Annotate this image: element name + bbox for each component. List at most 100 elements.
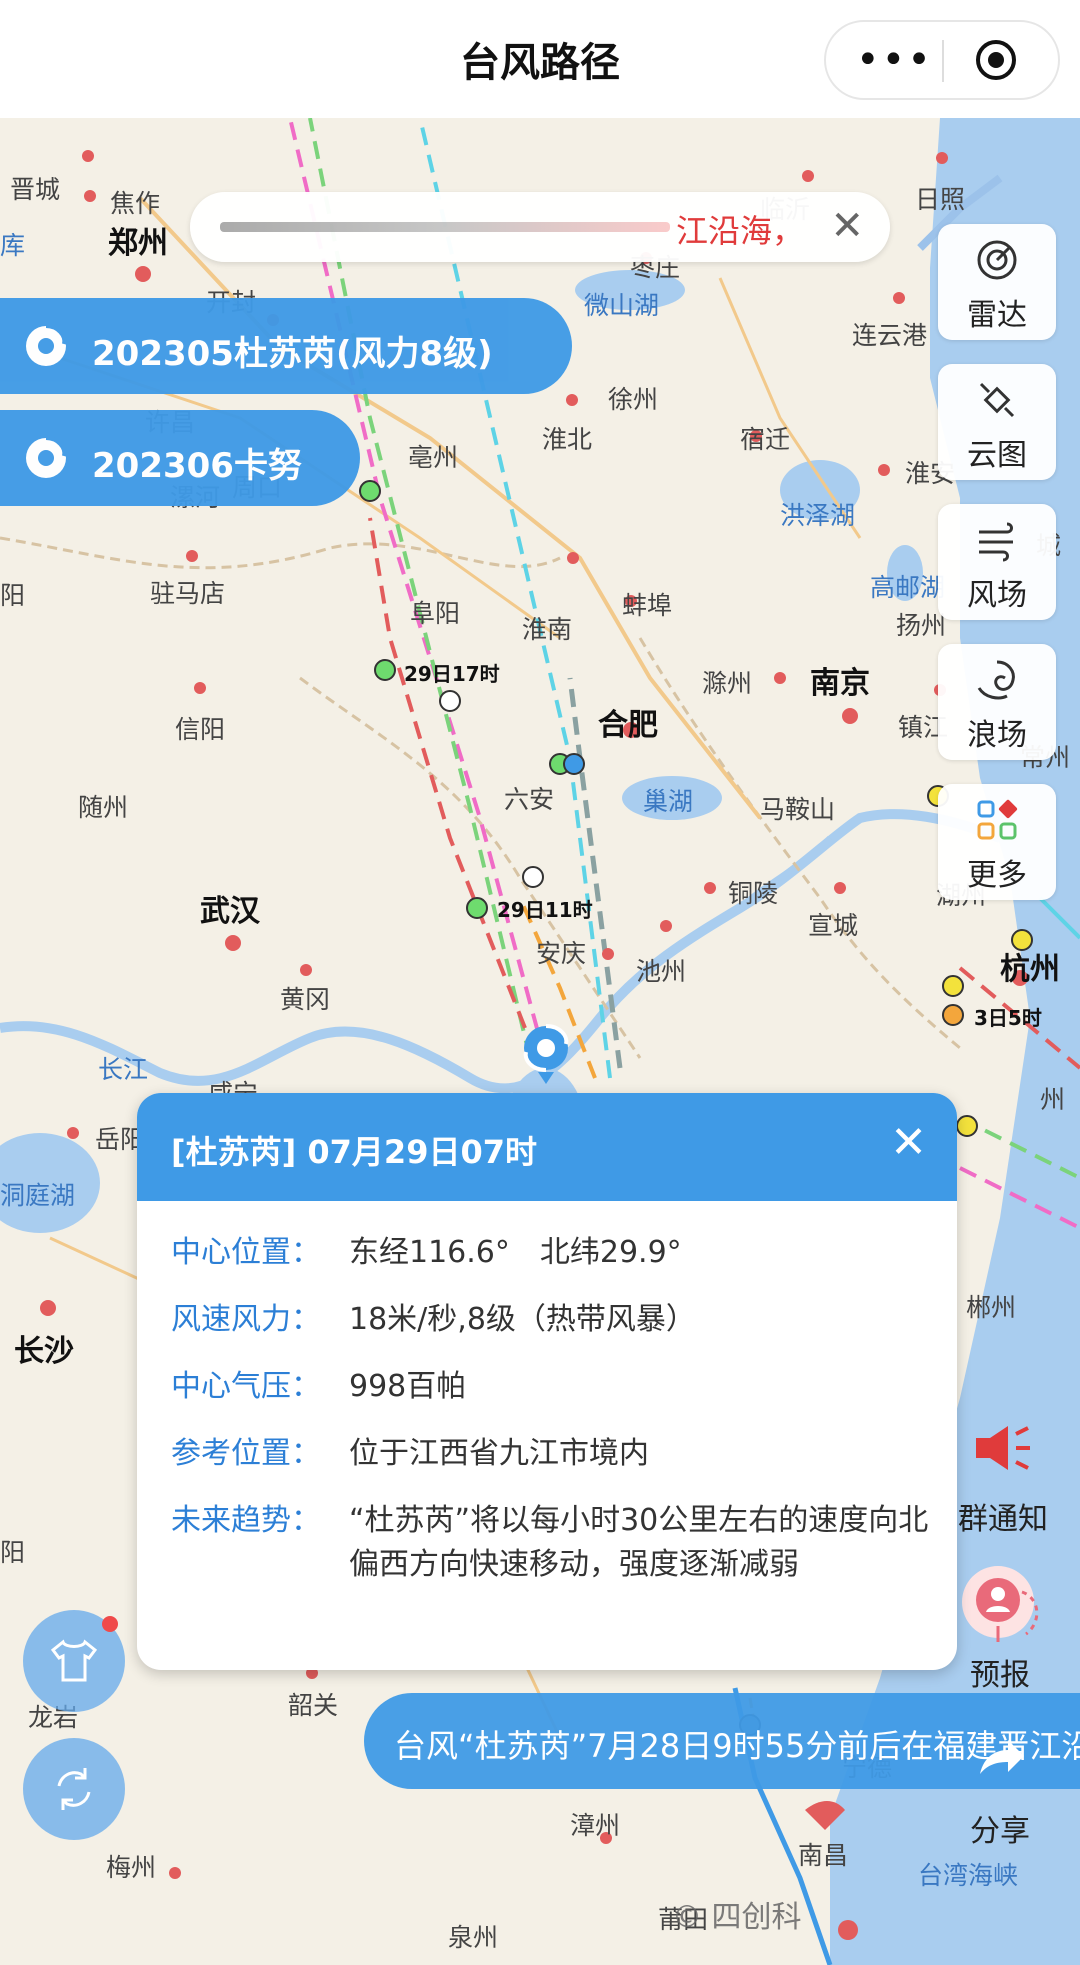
city-label: 焦作 (110, 189, 161, 218)
city-label: 梅州 (106, 1853, 157, 1882)
popup-title: [杜苏芮] 07月29日07时 (171, 1133, 537, 1171)
city-label: 南昌 (798, 1841, 849, 1870)
city-label: 郴州 (966, 1293, 1017, 1322)
alert-notice-bottom[interactable]: 台风“杜苏芮”7月28日9时55分前后在福建晋江沿 (364, 1693, 1080, 1789)
info-value: “杜苏芮”将以每小时30公里左右的速度向北偏西方向快速移动，强度逐渐减弱 (349, 1503, 929, 1582)
close-miniprogram-icon[interactable] (974, 38, 1018, 82)
water-label: 微山湖 (584, 291, 660, 320)
forecast-time-label: 29日17时 (404, 662, 500, 686)
capsule-divider (942, 40, 944, 82)
city-label-major: 合肥 (598, 708, 658, 743)
typhoon-icon (26, 436, 67, 478)
city-label: 黄冈 (280, 985, 331, 1014)
shirt-icon (50, 1639, 98, 1682)
typhoon-info-popup: [杜苏芮] 07月29日07时 ✕ 中心位置： 东经116.6° 北纬29.9°… (137, 1093, 957, 1670)
typhoon-chip-label: 202305杜苏芮(风力8级) (92, 334, 493, 374)
more-icon[interactable]: ••• (856, 38, 933, 82)
miniprogram-capsule: ••• (824, 20, 1060, 100)
city-label: 铜陵 (728, 879, 779, 908)
water-label: 巢湖 (643, 787, 694, 816)
share-icon[interactable] (976, 1738, 1026, 1778)
city-label: 信阳 (175, 715, 226, 744)
city-label-major: 杭州 (1000, 952, 1060, 987)
toolbar-label: 云图 (967, 438, 1027, 473)
city-label: 滁州 (702, 669, 753, 698)
city-label: 池州 (636, 957, 687, 986)
water-label: 洪泽湖 (780, 501, 856, 530)
city-label: 宣城 (808, 911, 859, 940)
megaphone-icon[interactable] (972, 1422, 1034, 1474)
typhoon-icon (26, 324, 67, 366)
close-icon[interactable]: ✕ (890, 1121, 927, 1165)
water-label: 台湾海峡 (918, 1861, 1019, 1890)
toolbar-wind-button[interactable]: 风场 (938, 504, 1056, 620)
forecast-time-label: 29日11时 (497, 898, 593, 922)
city-label-major: 南京 (810, 666, 870, 701)
city-label: 淮北 (542, 425, 593, 454)
typhoon-chip-kanu[interactable]: 202306卡努 (0, 410, 360, 506)
info-value: 东经116.6° 北纬29.9° (349, 1235, 682, 1270)
toolbar-label: 更多 (967, 858, 1027, 893)
info-key: 中心气压： (171, 1369, 321, 1404)
notice-text: 江沿海， (676, 212, 805, 250)
toolbar-more-button[interactable]: 更多 (938, 784, 1056, 900)
refresh-icon (57, 1768, 91, 1810)
wave-icon (977, 660, 1015, 700)
edge-label: 阳 (0, 581, 26, 610)
info-value: 998百帕 (349, 1369, 467, 1404)
city-label-major: 长沙 (14, 1334, 74, 1369)
info-value: 位于江西省九江市境内 (349, 1436, 649, 1471)
notification-dot (102, 1616, 118, 1632)
city-label: 连云港 (852, 321, 928, 350)
city-label: 日照 (915, 185, 966, 214)
forecast-button[interactable]: 预报 (970, 1650, 1030, 1694)
city-label: 淮南 (522, 615, 573, 644)
close-icon[interactable]: ✕ (830, 206, 864, 246)
toolbar-radar-button[interactable]: 雷达 (938, 224, 1056, 340)
city-label: 马鞍山 (760, 795, 836, 824)
radar-icon (977, 240, 1017, 280)
satellite-icon (979, 382, 1015, 418)
typhoon-chip-dusurui[interactable]: 202305杜苏芮(风力8级) (0, 298, 572, 394)
city-label: 安庆 (536, 939, 587, 968)
toolbar-label: 风场 (967, 578, 1027, 613)
toolbar-wave-button[interactable]: 浪场 (938, 644, 1056, 760)
city-label: 阜阳 (410, 599, 461, 628)
map-watermark: © 四创科 (672, 1900, 802, 1935)
city-label: 驻马店 (150, 579, 226, 608)
toolbar-label: 雷达 (967, 298, 1027, 333)
popup-header: [杜苏芮] 07月29日07时 ✕ (137, 1093, 957, 1201)
notice-blurred-text (220, 222, 670, 232)
info-key: 中心位置： (171, 1235, 321, 1270)
water-label: 长江 (98, 1055, 149, 1084)
toolbar-label: 浪场 (967, 718, 1027, 753)
city-label: 宿迁 (740, 425, 791, 454)
water-label: 高邮湖 (870, 573, 946, 602)
wind-icon (979, 522, 1013, 562)
city-label-major: 郑州 (108, 226, 168, 261)
refresh-button[interactable] (23, 1738, 125, 1840)
water-label: 洞庭湖 (0, 1181, 76, 1210)
edge-label: 库 (0, 231, 26, 260)
edge-label: 阳 (0, 1538, 26, 1567)
city-label: 徐州 (608, 385, 659, 414)
city-label: 漳州 (570, 1811, 621, 1840)
info-key: 参考位置： (171, 1436, 321, 1471)
info-key: 未来趋势： (171, 1503, 321, 1538)
city-label: 韶关 (288, 1691, 339, 1720)
info-key: 风速风力： (171, 1302, 321, 1337)
city-label: 晋城 (10, 175, 61, 204)
edge-label: 州 (1040, 1085, 1066, 1114)
city-label: 随州 (78, 793, 129, 822)
app-header: 台风路径 ••• (0, 0, 1080, 118)
info-value: 18米/秒,8级（热带风暴） (349, 1302, 696, 1337)
group-notify-button[interactable]: 群通知 (958, 1494, 1048, 1538)
toolbar-cloud-button[interactable]: 云图 (938, 364, 1056, 480)
city-label: 亳州 (408, 443, 459, 472)
grid-icon (977, 799, 1018, 840)
city-label-major: 武汉 (200, 894, 260, 929)
alert-notice-top[interactable]: 江沿海， ✕ (190, 192, 890, 262)
typhoon-center-icon[interactable] (520, 1022, 572, 1084)
share-button[interactable]: 分享 (970, 1806, 1030, 1850)
typhoon-chip-label: 202306卡努 (92, 446, 302, 486)
